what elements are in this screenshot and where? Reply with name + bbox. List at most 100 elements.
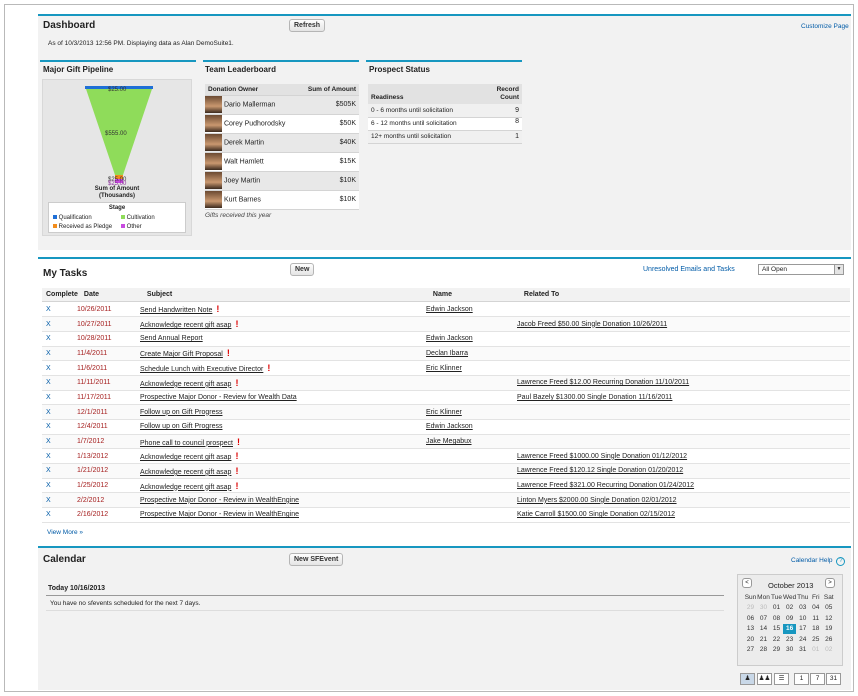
task-related-link[interactable]: Jacob Freed $50.00 Single Donation 10/26…	[517, 321, 667, 328]
calendar-day[interactable]: 18	[809, 624, 822, 635]
calendar-day[interactable]: 10	[796, 613, 809, 624]
calendar-day[interactable]: 22	[770, 634, 783, 645]
task-related-link[interactable]: Paul Bazely $1300.00 Single Donation 11/…	[517, 394, 672, 401]
calendar-day[interactable]: 21	[757, 634, 770, 645]
complete-task-link[interactable]: X	[46, 350, 51, 357]
task-subject-link[interactable]: Follow up on Gift Progress	[140, 423, 222, 430]
task-name-link[interactable]: Jake Megabux	[426, 438, 472, 445]
prospect-row[interactable]: 6 - 12 months until solicitation 8	[368, 117, 522, 131]
refresh-button[interactable]: Refresh	[289, 19, 326, 32]
leader-row[interactable]: Joey Martin $10K	[205, 171, 359, 191]
task-name-link[interactable]: Edwin Jackson	[426, 423, 473, 430]
task-name-link[interactable]: Edwin Jackson	[426, 335, 473, 342]
unresolved-link[interactable]: Unresolved Emails and Tasks	[643, 266, 735, 273]
calendar-day[interactable]: 01	[809, 645, 822, 656]
complete-task-link[interactable]: X	[46, 394, 51, 401]
complete-task-link[interactable]: X	[46, 438, 51, 445]
task-subject-link[interactable]: Prospective Major Donor - Review for Wea…	[140, 394, 297, 401]
calendar-day[interactable]: 17	[796, 624, 809, 635]
calendar-day[interactable]: 11	[809, 613, 822, 624]
task-subject-link[interactable]: Prospective Major Donor - Review in Weal…	[140, 497, 299, 504]
view-month-button[interactable]: 31	[826, 673, 841, 685]
task-name-link[interactable]: Edwin Jackson	[426, 306, 473, 313]
task-subject-link[interactable]: Acknowledge recent gift asap	[140, 454, 231, 461]
calendar-day[interactable]: 04	[809, 603, 822, 614]
calendar-day[interactable]: 30	[757, 603, 770, 614]
task-related-link[interactable]: Lawrence Freed $1000.00 Single Donation …	[517, 453, 687, 460]
complete-task-link[interactable]: X	[46, 379, 51, 386]
leader-row[interactable]: Derek Martin $40K	[205, 133, 359, 153]
task-name-link[interactable]: Eric Klinner	[426, 409, 462, 416]
calendar-day[interactable]: 19	[822, 624, 835, 635]
task-related-link[interactable]: Katie Carroll $1500.00 Single Donation 0…	[517, 511, 675, 518]
task-subject-link[interactable]: Schedule Lunch with Executive Director	[140, 366, 263, 373]
calendar-day[interactable]: 23	[783, 634, 796, 645]
calendar-day[interactable]: 29	[770, 645, 783, 656]
task-subject-link[interactable]: Create Major Gift Proposal	[140, 351, 223, 358]
leader-row[interactable]: Dario Mallerman $505K	[205, 95, 359, 115]
leader-row[interactable]: Corey Pudhorodsky $50K	[205, 114, 359, 134]
customize-page-link[interactable]: Customize Page	[801, 23, 849, 30]
complete-task-link[interactable]: X	[46, 497, 51, 504]
complete-task-link[interactable]: X	[46, 321, 51, 328]
calendar-day[interactable]: 15	[770, 624, 783, 635]
task-subject-link[interactable]: Acknowledge recent gift asap	[140, 469, 231, 476]
help-icon[interactable]: ?	[836, 557, 846, 566]
calendar-day[interactable]: 25	[809, 634, 822, 645]
complete-task-link[interactable]: X	[46, 482, 51, 489]
task-subject-link[interactable]: Follow up on Gift Progress	[140, 409, 222, 416]
prospect-row[interactable]: 12+ months until solicitation 1	[368, 130, 522, 144]
view-day-button[interactable]: 1	[794, 673, 809, 685]
calendar-day[interactable]: 02	[783, 603, 796, 614]
task-subject-link[interactable]: Acknowledge recent gift asap	[140, 381, 231, 388]
calendar-day[interactable]: 13	[744, 624, 757, 635]
view-list-icon[interactable]: ☰	[774, 673, 789, 685]
calendar-day[interactable]: 06	[744, 613, 757, 624]
calendar-help[interactable]: Calendar Help ?	[791, 557, 846, 566]
task-subject-link[interactable]: Phone call to council prospect	[140, 440, 233, 447]
complete-task-link[interactable]: X	[46, 409, 51, 416]
complete-task-link[interactable]: X	[46, 453, 51, 460]
next-month-button[interactable]: >	[825, 578, 835, 588]
calendar-day[interactable]: 08	[770, 613, 783, 624]
complete-task-link[interactable]: X	[46, 467, 51, 474]
leader-row[interactable]: Kurt Barnes $10K	[205, 190, 359, 210]
calendar-day[interactable]: 01	[770, 603, 783, 614]
task-related-link[interactable]: Lawrence Freed $321.00 Recurring Donatio…	[517, 482, 694, 489]
calendar-day[interactable]: 20	[744, 634, 757, 645]
view-multi-user-icon[interactable]: ♟♟	[757, 673, 772, 685]
task-subject-link[interactable]: Send Handwritten Note	[140, 307, 212, 314]
calendar-day[interactable]: 14	[757, 624, 770, 635]
complete-task-link[interactable]: X	[46, 511, 51, 518]
view-more-link[interactable]: View More »	[47, 529, 83, 536]
calendar-day[interactable]: 28	[757, 645, 770, 656]
tasks-filter-select[interactable]: All Open ▼	[758, 264, 844, 275]
calendar-day[interactable]: 09	[783, 613, 796, 624]
new-task-button[interactable]: New	[290, 263, 315, 276]
prospect-row[interactable]: 0 - 6 months until solicitation 9	[368, 104, 522, 118]
task-subject-link[interactable]: Send Annual Report	[140, 335, 203, 342]
calendar-day[interactable]: 03	[796, 603, 809, 614]
calendar-day[interactable]: 29	[744, 603, 757, 614]
calendar-day[interactable]: 30	[783, 645, 796, 656]
calendar-day[interactable]: 02	[822, 645, 835, 656]
calendar-day[interactable]: 26	[822, 634, 835, 645]
task-subject-link[interactable]: Acknowledge recent gift asap	[140, 322, 231, 329]
task-related-link[interactable]: Lawrence Freed $120.12 Single Donation 0…	[517, 467, 683, 474]
view-user-icon[interactable]: ♟	[740, 673, 755, 685]
calendar-day[interactable]: 16	[783, 623, 797, 634]
view-week-button[interactable]: 7	[810, 673, 825, 685]
calendar-day[interactable]: 27	[744, 645, 757, 656]
task-subject-link[interactable]: Acknowledge recent gift asap	[140, 484, 231, 491]
leader-row[interactable]: Walt Hamlett $15K	[205, 152, 359, 172]
calendar-help-link[interactable]: Calendar Help	[791, 557, 833, 564]
task-subject-link[interactable]: Prospective Major Donor - Review in Weal…	[140, 511, 299, 518]
calendar-day[interactable]: 24	[796, 634, 809, 645]
complete-task-link[interactable]: X	[46, 365, 51, 372]
calendar-day[interactable]: 31	[796, 645, 809, 656]
calendar-day[interactable]: 12	[822, 613, 835, 624]
new-sfevent-button[interactable]: New SFEvent	[289, 553, 344, 566]
complete-task-link[interactable]: X	[46, 423, 51, 430]
calendar-day[interactable]: 07	[757, 613, 770, 624]
task-related-link[interactable]: Lawrence Freed $12.00 Recurring Donation…	[517, 379, 689, 386]
